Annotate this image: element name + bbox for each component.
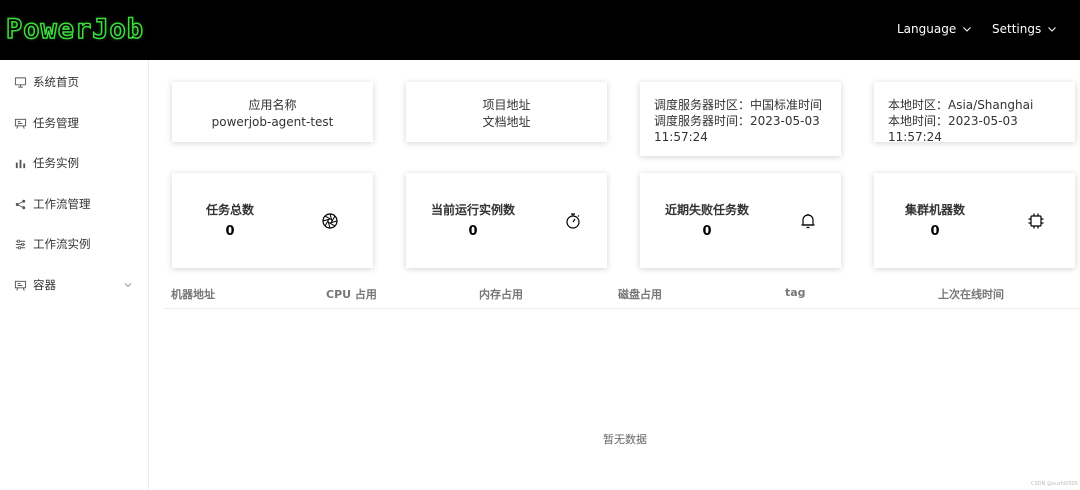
- stat-label: 当前运行实例数: [431, 203, 516, 217]
- stat-value: 0: [930, 224, 940, 239]
- cluster-machines-card: 集群机器数 0: [874, 173, 1075, 268]
- local-time-card: 本地时区：Asia/Shanghai 本地时间：2023-05-03 11:57…: [874, 82, 1075, 144]
- bar-chart-icon: [15, 159, 26, 168]
- app-name-value: powerjob-agent-test: [211, 115, 334, 129]
- sidebar-item-workflow-management[interactable]: 工作流管理: [0, 184, 149, 224]
- chevron-down-icon: [1048, 27, 1057, 32]
- sidebar: 系统首页 任务管理 任务实例 工作流管理 工作流实例 容器: [0, 60, 149, 490]
- watermark: CSDN @xuzhi0505: [1031, 481, 1078, 487]
- sidebar-item-label: 工作流管理: [33, 197, 91, 211]
- sidebar-item-task-management[interactable]: 任务管理: [0, 103, 149, 143]
- powerjob-logo[interactable]: PowerJob: [5, 13, 144, 46]
- column-header-last-online: 上次在线时间: [938, 288, 1004, 301]
- local-timezone: 本地时区：Asia/Shanghai: [888, 98, 1034, 112]
- stat-value: 0: [702, 224, 712, 239]
- recent-failed-tasks-card: 近期失败任务数 0: [640, 173, 841, 268]
- sidebar-item-label: 任务管理: [33, 116, 79, 130]
- sidebar-item-home[interactable]: 系统首页: [0, 62, 149, 102]
- stopwatch-icon: [566, 213, 580, 229]
- project-links-card: 项目地址 文档地址: [406, 82, 607, 142]
- sidebar-item-container[interactable]: 容器: [0, 265, 149, 305]
- share-icon: [15, 199, 26, 209]
- column-header-machine-address: 机器地址: [171, 288, 215, 301]
- stat-label: 近期失败任务数: [665, 203, 750, 217]
- chevron-down-icon: [963, 27, 972, 32]
- stat-value: 0: [225, 224, 235, 239]
- aperture-icon: [322, 213, 338, 229]
- sliders-icon: [15, 239, 26, 249]
- task-board-icon: [14, 118, 27, 129]
- chevron-down-icon: [124, 283, 132, 288]
- column-header-disk: 磁盘占用: [618, 288, 662, 301]
- sidebar-item-label: 工作流实例: [33, 237, 91, 251]
- app-name-card: 应用名称 powerjob-agent-test: [172, 82, 373, 142]
- server-time-card: 调度服务器时区：中国标准时间 调度服务器时间：2023-05-03 11:57:…: [640, 82, 841, 156]
- sidebar-item-workflow-instances[interactable]: 工作流实例: [0, 224, 149, 264]
- column-header-cpu: CPU 占用: [326, 288, 377, 301]
- settings-menu-label: Settings: [992, 22, 1042, 36]
- server-time: 调度服务器时间：2023-05-03: [654, 114, 820, 128]
- table-empty-text: 暂无数据: [603, 433, 647, 446]
- column-header-tag: tag: [785, 286, 806, 299]
- total-tasks-card: 任务总数 0: [172, 173, 373, 268]
- stat-value: 0: [468, 224, 478, 239]
- desktop-icon: [14, 76, 27, 88]
- local-time: 本地时间：2023-05-03 11:57:24: [888, 114, 1018, 144]
- running-instances-card: 当前运行实例数 0: [406, 173, 607, 268]
- bell-icon: [801, 214, 815, 229]
- cpu-chip-icon: [1028, 213, 1044, 229]
- language-menu[interactable]: Language: [897, 22, 973, 36]
- machine-table-header: 机器地址 CPU 占用 内存占用 磁盘占用 tag 上次在线时间: [164, 278, 1080, 309]
- sidebar-item-label: 系统首页: [33, 75, 79, 89]
- top-header: PowerJob Language Settings: [0, 0, 1080, 60]
- docs-address-link[interactable]: 文档地址: [406, 114, 607, 131]
- column-header-memory: 内存占用: [479, 288, 523, 301]
- settings-menu[interactable]: Settings: [992, 22, 1058, 36]
- server-time-continued: 11:57:24: [654, 130, 708, 144]
- sidebar-item-label: 任务实例: [33, 156, 79, 170]
- stat-label: 任务总数: [205, 203, 254, 217]
- sidebar-item-task-instances[interactable]: 任务实例: [0, 143, 149, 183]
- stat-label: 集群机器数: [904, 203, 965, 217]
- container-icon: [14, 280, 27, 291]
- language-menu-label: Language: [897, 22, 957, 36]
- server-timezone: 调度服务器时区：中国标准时间: [654, 98, 823, 112]
- app-name-label: 应用名称: [248, 98, 297, 112]
- project-address-link[interactable]: 项目地址: [406, 97, 607, 114]
- sidebar-item-label: 容器: [33, 278, 56, 292]
